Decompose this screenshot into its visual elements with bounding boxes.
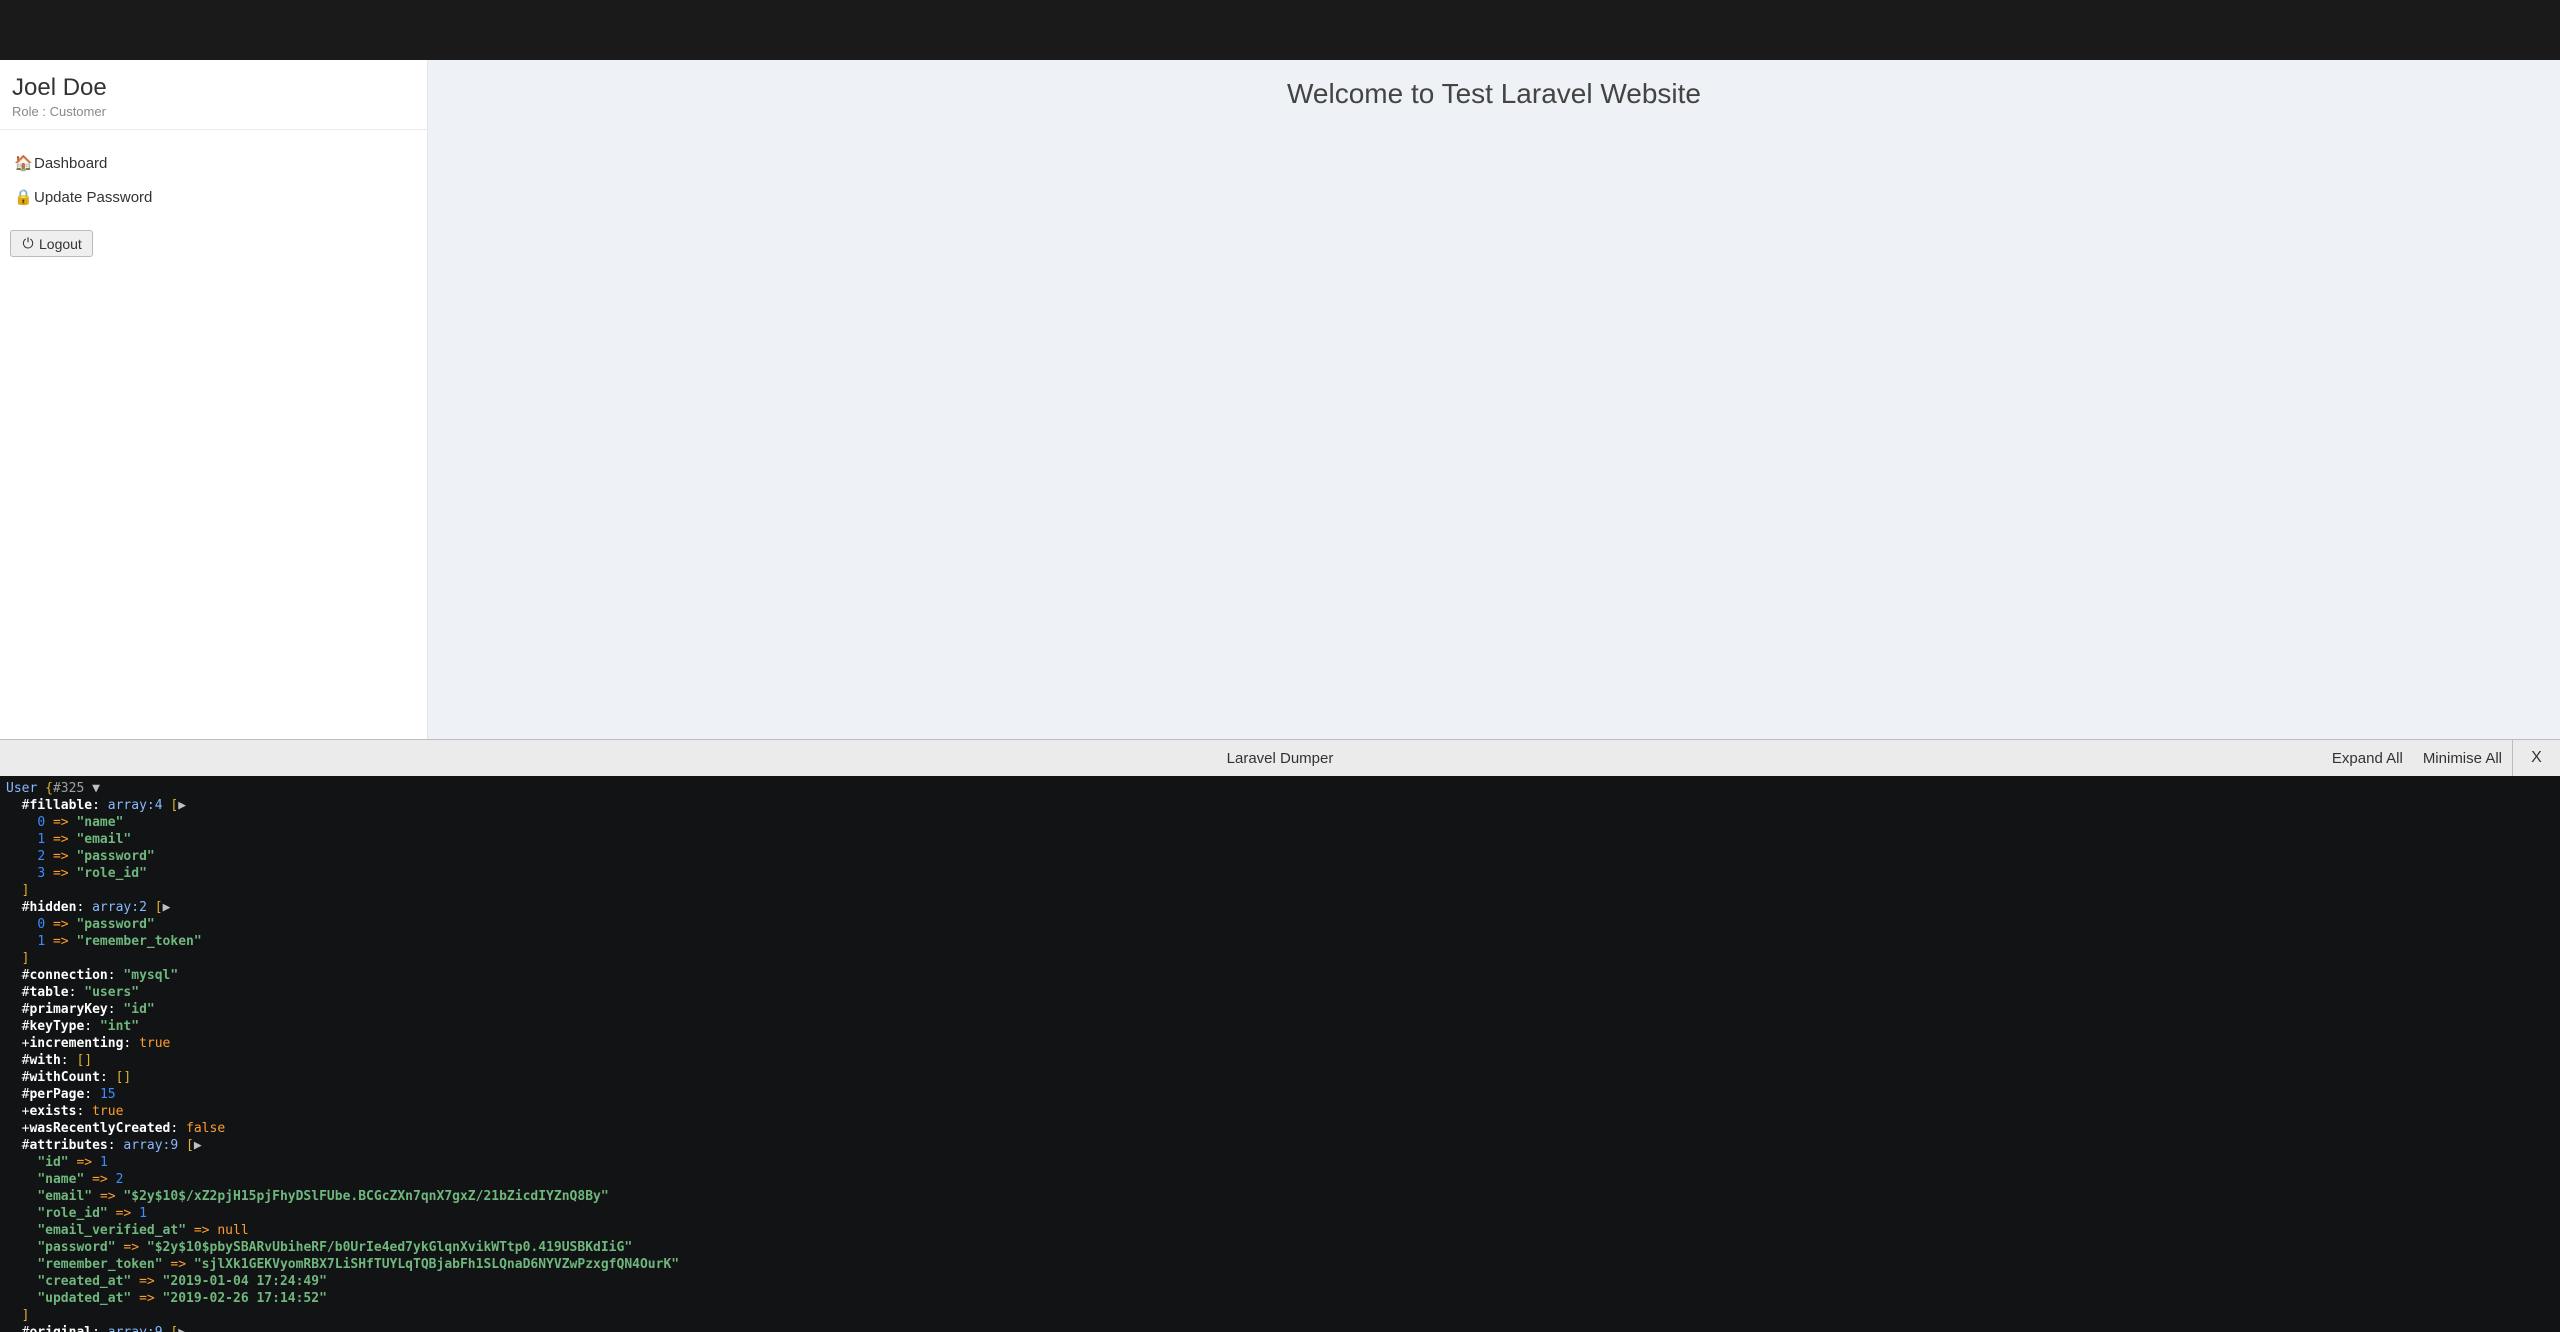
logout-button[interactable]: ⏻ Logout: [10, 230, 93, 257]
app-container: Joel Doe Role : Customer 🏠 Dashboard 🔒 U…: [0, 60, 2560, 739]
lock-icon: 🔒: [14, 188, 28, 206]
topbar: [0, 0, 2560, 60]
sidebar-item-update-password[interactable]: 🔒 Update Password: [0, 180, 427, 214]
page-title: Welcome to Test Laravel Website: [1287, 78, 1701, 110]
sidebar-item-label: Dashboard: [34, 155, 107, 172]
sidebar-item-dashboard[interactable]: 🏠 Dashboard: [0, 146, 427, 180]
dumper-panel: Laravel Dumper Expand All Minimise All X…: [0, 739, 2560, 1332]
power-icon: ⏻: [21, 235, 35, 252]
minimise-all-button[interactable]: Minimise All: [2413, 740, 2512, 776]
dump-output[interactable]: User {#325 ▼ #fillable: array:4 [▶ 0 => …: [0, 776, 2560, 1332]
logout-label: Logout: [39, 236, 82, 252]
sidebar-item-label: Update Password: [34, 189, 152, 206]
dumper-title: Laravel Dumper: [1227, 750, 1334, 767]
sidebar: Joel Doe Role : Customer 🏠 Dashboard 🔒 U…: [0, 60, 428, 739]
sidebar-nav: 🏠 Dashboard 🔒 Update Password: [0, 130, 427, 222]
dumper-header: Laravel Dumper Expand All Minimise All X: [0, 740, 2560, 776]
user-name: Joel Doe: [12, 74, 415, 102]
user-block: Joel Doe Role : Customer: [0, 60, 427, 130]
main-content: Welcome to Test Laravel Website: [428, 60, 2560, 739]
expand-all-button[interactable]: Expand All: [2322, 740, 2413, 776]
close-button[interactable]: X: [2512, 740, 2560, 776]
home-icon: 🏠: [14, 154, 28, 172]
user-role: Role : Customer: [12, 104, 415, 119]
